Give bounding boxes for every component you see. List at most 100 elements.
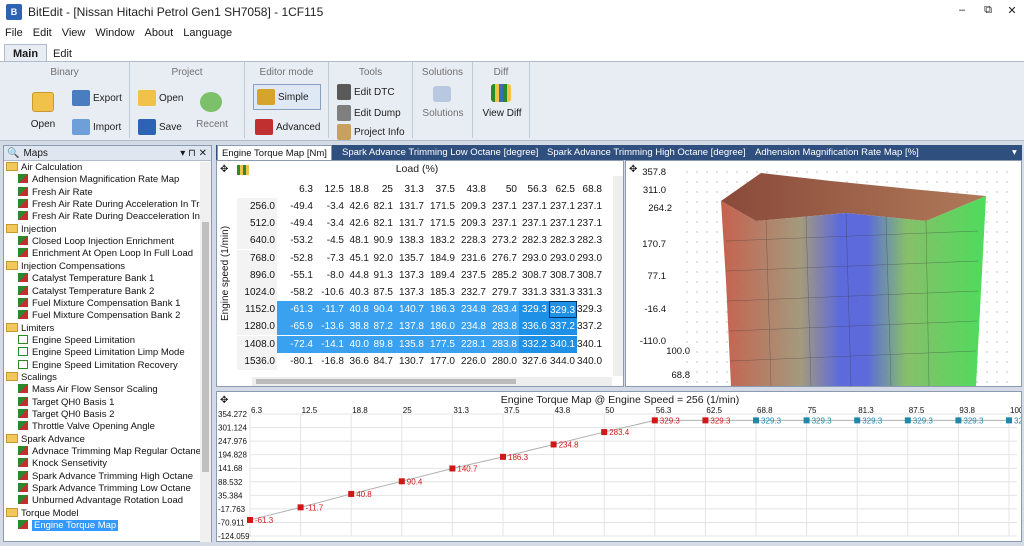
table-cell[interactable]: -65.9 xyxy=(277,318,315,336)
table-cell[interactable]: 138.3 xyxy=(395,232,426,249)
table-cell[interactable]: 177.0 xyxy=(426,353,457,370)
menu-window[interactable]: Window xyxy=(90,27,139,39)
menu-edit[interactable]: Edit xyxy=(28,27,57,39)
tree-scroll-thumb[interactable] xyxy=(202,222,209,472)
tree-item[interactable]: Engine Speed Limitation Recovery xyxy=(18,359,178,372)
tree-folder[interactable]: Air Calculation xyxy=(6,162,82,174)
table-cell[interactable]: 280.0 xyxy=(488,353,519,370)
table-cell[interactable]: 231.6 xyxy=(457,250,488,267)
table-cell[interactable]: 48.1 xyxy=(346,232,371,249)
table-cell[interactable]: 135.7 xyxy=(395,250,426,267)
table-cell[interactable]: 226.0 xyxy=(457,353,488,370)
table-cell[interactable]: 228.1 xyxy=(457,335,488,353)
table-cell[interactable]: 87.2 xyxy=(371,318,395,336)
tree-item[interactable]: Fresh Air Rate During Deacceleration In xyxy=(18,211,200,223)
table-cell[interactable]: -61.3 xyxy=(277,301,315,319)
tab-engine-torque-map[interactable]: Engine Torque Map [Nm] xyxy=(217,145,332,160)
table-cell[interactable]: 329.3 xyxy=(549,301,577,319)
table-cell[interactable]: 228.3 xyxy=(457,232,488,249)
edit-dtc-button[interactable]: Edit DTC xyxy=(337,84,395,100)
menu-language[interactable]: Language xyxy=(178,27,237,39)
tree-folder[interactable]: Torque Model xyxy=(6,507,79,520)
tree-item[interactable]: Mass Air Flow Sensor Scaling xyxy=(18,384,158,396)
table-cell[interactable]: 308.7 xyxy=(549,267,577,284)
table-cell[interactable]: 282.3 xyxy=(577,232,604,249)
table-cell[interactable]: 137.3 xyxy=(395,267,426,284)
tree-item[interactable]: Adhension Magnification Rate Map xyxy=(18,174,179,186)
tree-item[interactable]: Target QH0 Basis 1 xyxy=(18,396,114,409)
table-cell[interactable]: 336.6 xyxy=(519,318,549,336)
project-info-button[interactable]: Project Info xyxy=(337,124,405,140)
table-cell[interactable]: -10.6 xyxy=(315,284,346,301)
recent-button[interactable]: Recent xyxy=(192,119,232,130)
folder-open-icon[interactable] xyxy=(32,92,54,112)
table-cell[interactable]: 293.0 xyxy=(519,250,549,267)
menu-file[interactable]: File xyxy=(0,27,28,39)
table-cell[interactable]: 237.1 xyxy=(549,215,577,232)
tree-item[interactable]: Engine Speed Limitation Limp Mode xyxy=(18,347,185,359)
table-cell[interactable]: -4.5 xyxy=(315,232,346,249)
table-cell[interactable]: 130.7 xyxy=(395,353,426,370)
tree-item[interactable]: Spark Advance Trimming Low Octane xyxy=(18,483,191,495)
panel-controls[interactable]: ▾ ⊓ ✕ xyxy=(180,148,207,159)
table-cell[interactable]: 237.1 xyxy=(549,198,577,215)
table-cell[interactable]: 282.3 xyxy=(519,232,549,249)
table-cell[interactable]: 283.4 xyxy=(488,301,519,319)
table-cell[interactable]: 237.5 xyxy=(457,267,488,284)
minimize-button[interactable]: – xyxy=(952,4,972,20)
table-cell[interactable]: -52.8 xyxy=(277,250,315,267)
tree-folder[interactable]: Spark Advance xyxy=(6,433,85,446)
table-cell[interactable]: 131.7 xyxy=(395,215,426,232)
tree-item[interactable]: Engine Speed Limitation xyxy=(18,334,135,347)
surface-plot-3d[interactable]: ✥ 357.8 311.0 264.2 170.7 77.1 -16.4 -110.0 100… xyxy=(625,160,1022,387)
tree-item[interactable]: Spark Advance Trimming High Octane xyxy=(18,470,193,483)
table-cell[interactable]: 42.6 xyxy=(346,198,371,215)
table-cell[interactable]: 237.1 xyxy=(519,198,549,215)
table-cell[interactable]: 92.0 xyxy=(371,250,395,267)
table-cell[interactable]: 332.2 xyxy=(519,335,549,353)
table-cell[interactable]: 232.7 xyxy=(457,284,488,301)
close-button[interactable]: ✕ xyxy=(1002,4,1022,20)
table-horizontal-scrollbar[interactable] xyxy=(252,377,612,386)
table-cell[interactable]: 234.8 xyxy=(457,318,488,336)
table-cell[interactable]: 89.8 xyxy=(371,335,395,353)
move-icon[interactable]: ✥ xyxy=(220,164,228,175)
table-cell[interactable]: 82.1 xyxy=(371,215,395,232)
table-cell[interactable]: 331.3 xyxy=(519,284,549,301)
import-button[interactable]: Import xyxy=(72,119,121,135)
table-cell[interactable]: 209.3 xyxy=(457,215,488,232)
tree-folder[interactable]: Injection Compensations xyxy=(6,260,125,273)
table-cell[interactable]: 90.4 xyxy=(371,301,395,319)
table-cell[interactable]: 87.5 xyxy=(371,284,395,301)
tree-item[interactable]: Advnace Trimming Map Regular Octane xyxy=(18,446,200,458)
tree-item[interactable]: Unburned Advantage Rotation Load xyxy=(18,495,183,507)
table-cell[interactable]: -8.0 xyxy=(315,267,346,284)
diff-grid-icon[interactable] xyxy=(491,84,511,102)
table-cell[interactable]: 177.5 xyxy=(426,335,457,353)
table-cell[interactable]: 340.1 xyxy=(549,335,577,353)
table-cell[interactable]: 36.6 xyxy=(346,353,371,370)
table-hscroll-thumb[interactable] xyxy=(256,379,516,384)
table-cell[interactable]: -7.3 xyxy=(315,250,346,267)
tree-folder[interactable]: Limiters xyxy=(6,322,54,335)
table-cell[interactable]: -49.4 xyxy=(277,198,315,215)
grid-view-icon[interactable] xyxy=(237,165,249,175)
table-cell[interactable]: 44.8 xyxy=(346,267,371,284)
table-cell[interactable]: 285.2 xyxy=(488,267,519,284)
table-cell[interactable]: 237.1 xyxy=(519,215,549,232)
table-cell[interactable]: 293.0 xyxy=(577,250,604,267)
table-cell[interactable]: 84.7 xyxy=(371,353,395,370)
table-cell[interactable]: 131.7 xyxy=(395,198,426,215)
table-cell[interactable]: 273.2 xyxy=(488,232,519,249)
table-cell[interactable]: 237.1 xyxy=(577,215,604,232)
table-cell[interactable]: 209.3 xyxy=(457,198,488,215)
edit-dump-button[interactable]: Edit Dump xyxy=(337,105,401,121)
table-cell[interactable]: 337.2 xyxy=(549,318,577,336)
table-cell[interactable]: 237.1 xyxy=(577,198,604,215)
tree-item[interactable]: Target QH0 Basis 2 xyxy=(18,409,114,421)
table-cell[interactable]: 137.8 xyxy=(395,318,426,336)
table-cell[interactable]: -55.1 xyxy=(277,267,315,284)
table-cell[interactable]: -80.1 xyxy=(277,353,315,370)
table-cell[interactable]: 42.6 xyxy=(346,215,371,232)
table-cell[interactable]: 91.3 xyxy=(371,267,395,284)
